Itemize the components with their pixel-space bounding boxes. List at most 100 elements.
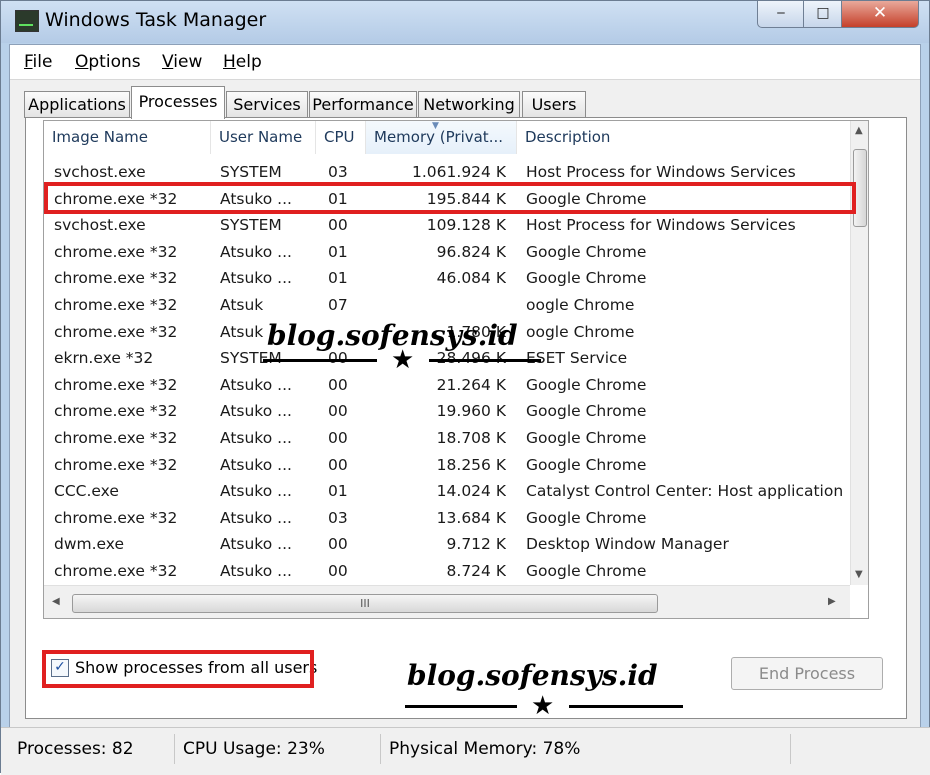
highlight-box-svchost <box>44 182 856 214</box>
cell-description: Google Chrome <box>526 402 647 421</box>
menu-file-label: ile <box>32 52 53 72</box>
table-row[interactable]: CCC.exe Atsuko ... 01 14.024 K Catalyst Cont… <box>44 478 850 504</box>
cell-description: Google Chrome <box>526 269 647 288</box>
table-row[interactable]: svchost.exe SYSTEM 00 109.128 K Host Process… <box>44 212 850 238</box>
table-row[interactable]: chrome.exe *32 Atsuk 07 oogle Chrome <box>44 292 850 318</box>
cell-user-name: Atsuko ... <box>220 562 292 580</box>
cell-image-name: chrome.exe *32 <box>54 455 178 474</box>
cell-memory: 46.084 K <box>436 269 506 288</box>
cell-memory: 18.708 K <box>436 429 506 447</box>
cell-description: Google Chrome <box>526 455 647 474</box>
status-processes: Processes: 82 <box>9 734 175 764</box>
cell-image-name: chrome.exe *32 <box>54 296 178 314</box>
cell-user-name: Atsuko ... <box>220 508 292 527</box>
sort-descending-icon: ▼ <box>432 121 439 131</box>
cell-user-name: Atsuk <box>220 296 264 314</box>
menu-file-accel: F <box>24 52 33 72</box>
menu-help-label: elp <box>235 52 262 72</box>
cell-cpu: 00 <box>328 375 348 394</box>
tab-processes[interactable]: Processes <box>131 86 225 119</box>
menu-options[interactable]: Options <box>75 52 141 72</box>
table-row[interactable]: chrome.exe *32 Atsuko ... 00 18.256 K Google… <box>44 452 850 478</box>
table-row[interactable]: chrome.exe *32 Atsuko ... 01 46.084 K Google… <box>44 265 850 291</box>
tab-services[interactable]: Services <box>226 91 308 118</box>
cell-memory: 8.724 K <box>446 562 506 580</box>
table-row[interactable]: chrome.exe *32 Atsuko ... 00 18.708 K Google… <box>44 425 850 451</box>
watermark-star-icon-1: ★ <box>391 345 415 375</box>
menu-help-accel: H <box>223 52 236 72</box>
cell-image-name: chrome.exe *32 <box>54 562 178 580</box>
cell-cpu: 00 <box>328 429 348 447</box>
menu-view[interactable]: View <box>162 52 202 72</box>
cell-image-name: chrome.exe *32 <box>54 375 178 394</box>
cell-cpu: 01 <box>328 269 348 288</box>
cell-user-name: Atsuko ... <box>220 429 292 447</box>
tab-performance[interactable]: Performance <box>309 91 417 118</box>
cell-user-name: Atsuko ... <box>220 455 292 474</box>
table-row[interactable]: chrome.exe *32 Atsuko ... 00 19.960 K Google… <box>44 398 850 424</box>
cell-cpu: 00 <box>328 455 348 474</box>
cell-description: Google Chrome <box>526 562 647 580</box>
title-bar[interactable]: Windows Task Manager ‒ □ ✕ <box>1 1 929 43</box>
menu-bar: File Options View Help <box>10 45 920 80</box>
cell-description: Catalyst Control Center: Host applicatio… <box>526 482 844 501</box>
cell-memory: 14.024 K <box>436 482 506 501</box>
status-bar: Processes: 82 CPU Usage: 23% Physical Me… <box>1 727 930 775</box>
scroll-left-icon[interactable]: ◀ <box>52 596 60 607</box>
column-cpu[interactable]: CPU <box>316 121 366 154</box>
cell-user-name: Atsuko ... <box>220 269 292 288</box>
cell-cpu: 00 <box>328 216 348 235</box>
scroll-up-icon[interactable]: ▲ <box>855 125 863 136</box>
end-process-button[interactable]: End Process <box>731 657 883 690</box>
watermark-star-icon-2: ★ <box>531 691 555 721</box>
tab-users[interactable]: Users <box>522 91 586 118</box>
window-title: Windows Task Manager <box>45 9 267 31</box>
column-description[interactable]: Description <box>517 121 850 154</box>
cell-memory: 18.256 K <box>436 455 506 474</box>
cell-memory <box>374 292 506 318</box>
watermark-line-right-2 <box>569 705 683 708</box>
cell-user-name: Atsuko ... <box>220 535 292 554</box>
cell-description: Google Chrome <box>526 508 647 527</box>
highlight-box-show-all <box>42 650 314 688</box>
column-user-name[interactable]: User Name <box>211 121 316 154</box>
cell-description: ESET Service <box>526 349 628 368</box>
maximize-button[interactable]: □ <box>803 1 843 28</box>
menu-help[interactable]: Help <box>223 52 262 72</box>
cell-cpu: 00 <box>328 402 348 421</box>
cell-cpu: 00 <box>328 562 348 580</box>
table-row[interactable]: chrome.exe *32 Atsuko ... 00 21.264 K Google… <box>44 372 850 398</box>
cell-image-name: chrome.exe *32 <box>54 269 178 288</box>
cell-description: Google Chrome <box>526 429 647 447</box>
horizontal-scrollbar[interactable]: ◀ III ▶ <box>44 585 850 618</box>
table-row[interactable]: dwm.exe Atsuko ... 00 9.712 K Desktop Window… <box>44 531 850 557</box>
scroll-right-icon[interactable]: ▶ <box>828 596 836 607</box>
menu-options-accel: O <box>75 52 89 72</box>
horizontal-scroll-thumb[interactable]: III <box>72 594 658 613</box>
cell-description: Google Chrome <box>526 375 647 394</box>
menu-view-accel: V <box>162 52 174 72</box>
table-row[interactable]: chrome.exe *32 Atsuko ... 00 8.724 K Google … <box>44 558 850 584</box>
status-cpu-usage: CPU Usage: 23% <box>175 734 381 764</box>
cell-description: Google Chrome <box>526 242 647 261</box>
scroll-down-icon[interactable]: ▼ <box>855 569 863 580</box>
menu-view-label: iew <box>173 52 203 72</box>
minimize-button[interactable]: ‒ <box>757 1 805 28</box>
column-memory[interactable]: ▼ Memory (Privat... <box>366 121 517 154</box>
tab-applications[interactable]: Applications <box>24 91 130 118</box>
cell-memory: 9.712 K <box>446 535 506 554</box>
close-button[interactable]: ✕ <box>841 1 919 28</box>
column-image-name[interactable]: Image Name <box>44 121 211 154</box>
cell-cpu: 01 <box>328 242 348 261</box>
table-row[interactable]: chrome.exe *32 Atsuko ... 01 96.824 K Google… <box>44 239 850 265</box>
tab-networking[interactable]: Networking <box>418 91 520 118</box>
watermark-line-right-1 <box>429 359 541 362</box>
cell-memory: 19.960 K <box>436 402 506 421</box>
cell-image-name: ekrn.exe *32 <box>54 349 154 368</box>
table-row[interactable]: chrome.exe *32 Atsuko ... 03 13.684 K Google… <box>44 505 850 531</box>
cell-user-name: Atsuko ... <box>220 402 292 421</box>
cell-description: oogle Chrome <box>526 296 635 314</box>
cell-user-name: Atsuko ... <box>220 375 292 394</box>
task-manager-icon <box>15 10 39 32</box>
menu-file[interactable]: File <box>24 52 52 72</box>
